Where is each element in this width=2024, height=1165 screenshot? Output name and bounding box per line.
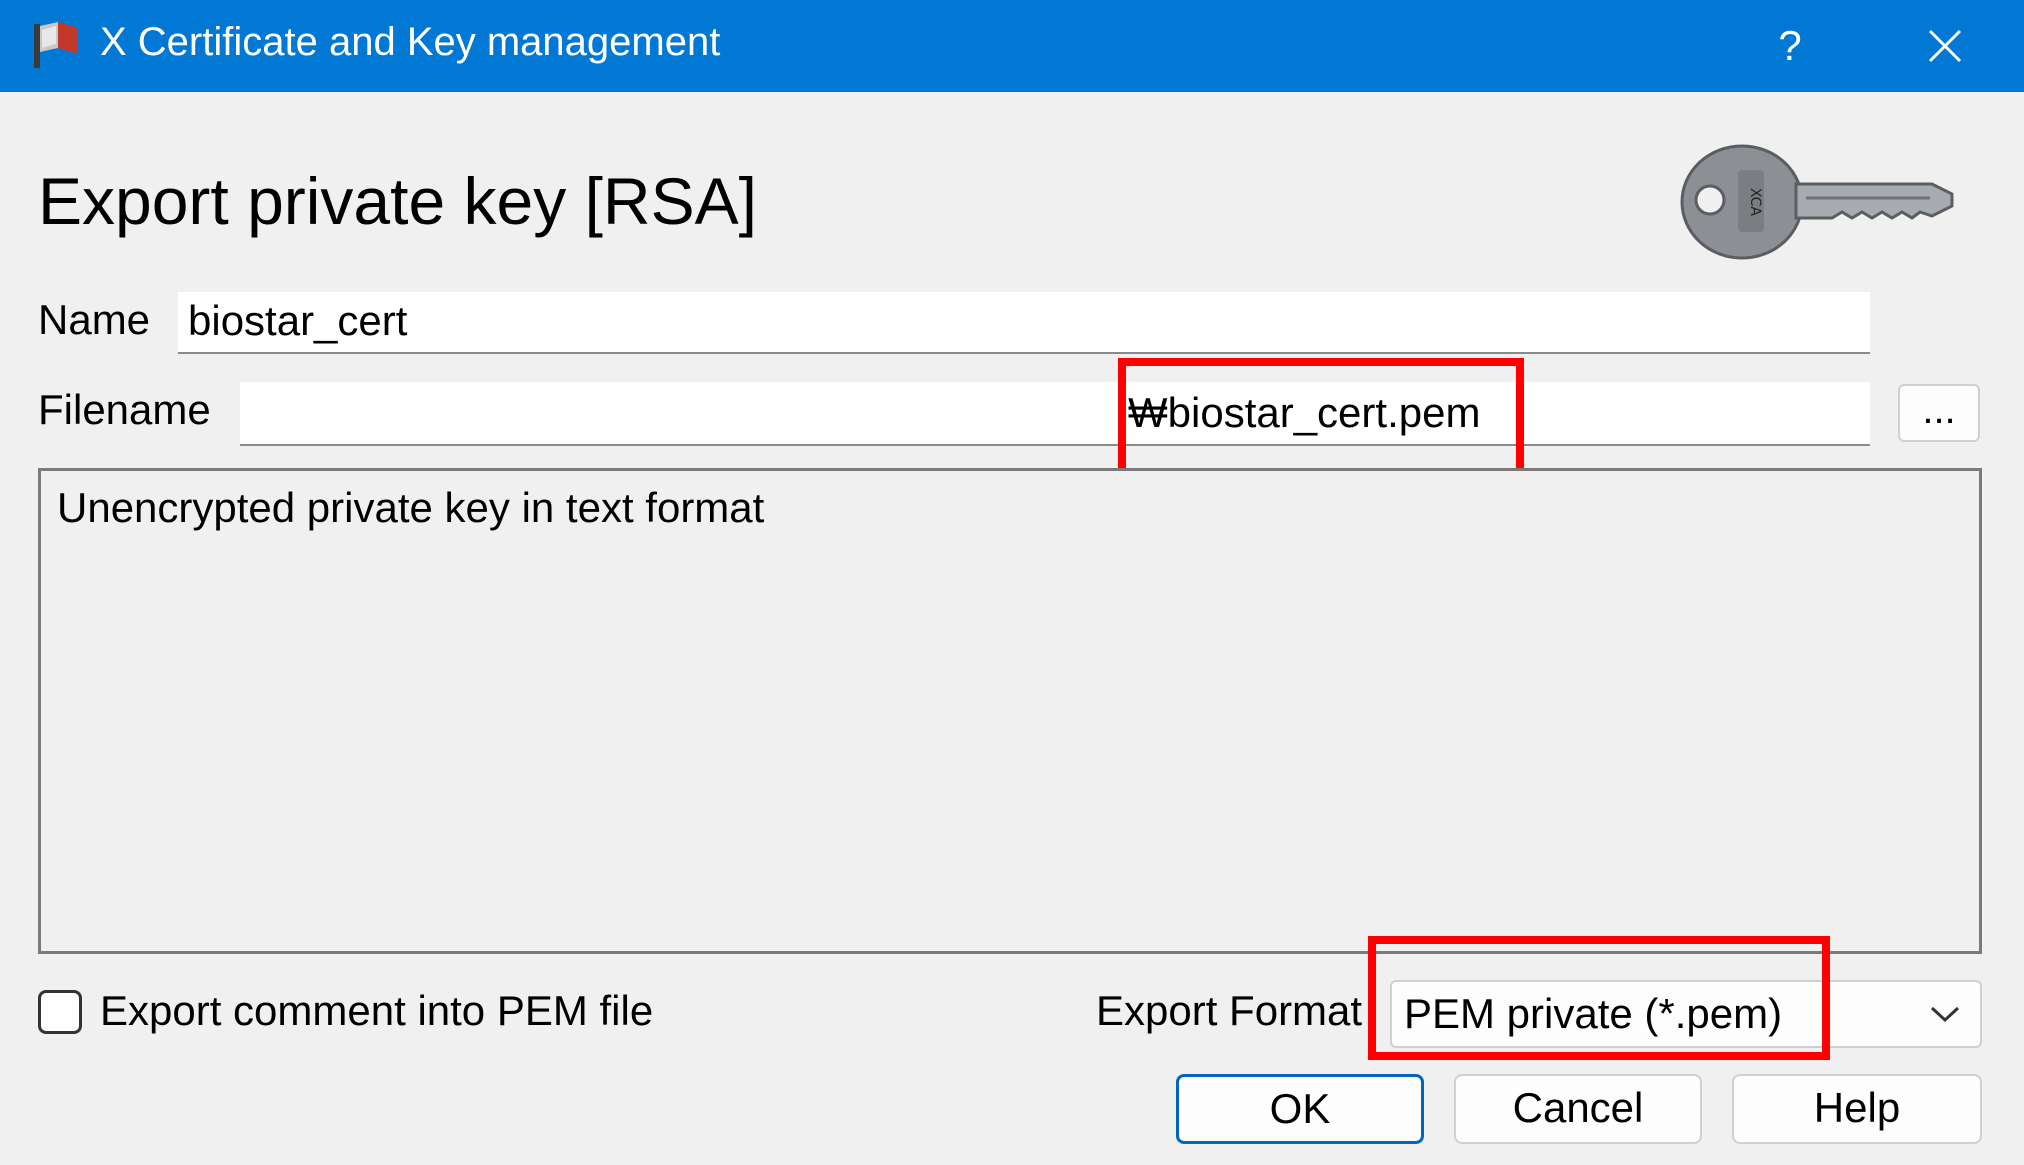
export-format-label: Export Format (1096, 987, 1363, 1034)
title-bar[interactable]: X Certificate and Key management ? (0, 0, 2024, 92)
filename-value: ₩biostar_cert.pem (1128, 389, 1481, 436)
help-icon[interactable]: ? (1725, 0, 1855, 92)
svg-text:XCA: XCA (1747, 188, 1763, 216)
filename-label: Filename (38, 386, 211, 433)
export-format-value: PEM private (*.pem) (1404, 990, 1783, 1037)
dialog-heading: Export private key [RSA] (38, 164, 757, 238)
name-label: Name (38, 296, 151, 343)
filename-field[interactable]: ₩biostar_cert.pem (240, 382, 1870, 446)
name-field[interactable]: biostar_cert (178, 292, 1870, 354)
help-button[interactable]: Help (1732, 1074, 1982, 1144)
export-format-select[interactable]: PEM private (*.pem) (1390, 980, 1982, 1048)
chevron-down-icon (1930, 1006, 1960, 1023)
description-text: Unencrypted private key in text format (57, 484, 765, 531)
description-box[interactable]: Unencrypted private key in text format (38, 468, 1982, 954)
export-comment-checkbox[interactable] (38, 990, 82, 1034)
export-private-key-dialog: X Certificate and Key management ? Expor… (0, 0, 2024, 1165)
close-icon[interactable] (1880, 0, 2010, 92)
cancel-button[interactable]: Cancel (1454, 1074, 1702, 1144)
ok-button[interactable]: OK (1176, 1074, 1424, 1144)
key-icon: XCA (1680, 144, 1954, 260)
xca-app-icon (34, 22, 78, 68)
export-comment-label[interactable]: Export comment into PEM file (100, 986, 653, 1036)
browse-button[interactable]: ... (1898, 384, 1980, 442)
window-title: X Certificate and Key management (100, 20, 721, 64)
